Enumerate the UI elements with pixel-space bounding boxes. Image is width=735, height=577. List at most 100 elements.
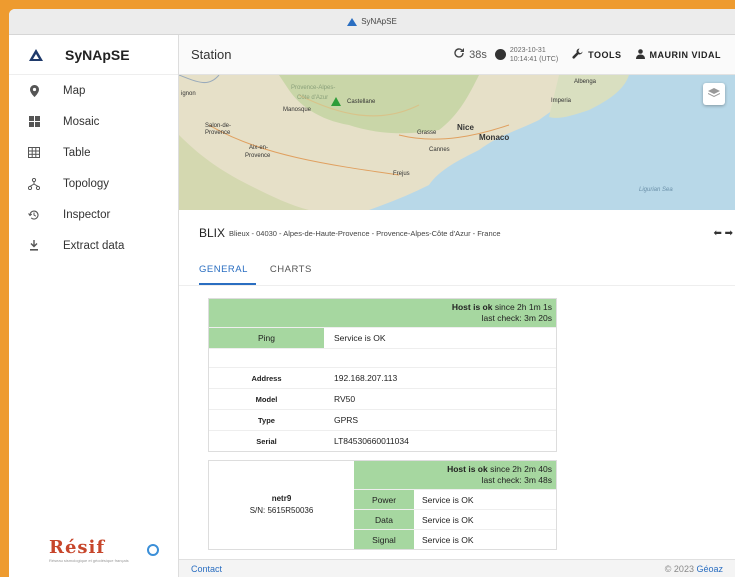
device-last-check: last check: 3m 48s — [481, 475, 552, 485]
general-panel: Host is ok since 2h 1m 1s last check: 3m… — [179, 286, 735, 550]
host-card: Host is ok since 2h 1m 1s last check: 3m… — [208, 298, 557, 452]
sidebar: SyNApSE Map Mosaic Table Topology Inspec… — [9, 35, 179, 577]
sidebar-item-topology[interactable]: Topology — [9, 168, 178, 199]
window-titlebar: SyNApSE — [9, 9, 735, 35]
service-label: Power — [354, 490, 414, 509]
map-pin-icon — [27, 84, 41, 97]
sidebar-footer: Résif Réseau sismologique et géodésique … — [49, 537, 159, 563]
sidebar-item-extract-data[interactable]: Extract data — [9, 230, 178, 261]
host-status-band: Host is ok since 2h 1m 1s last check: 3m… — [209, 299, 556, 327]
station-marker-icon[interactable] — [331, 97, 341, 106]
map-label: Manosque — [283, 107, 312, 113]
map-label: Nice — [457, 123, 474, 132]
sidebar-item-mosaic[interactable]: Mosaic — [9, 106, 178, 137]
station-tabs: GENERAL CHARTS — [179, 256, 735, 286]
device-serial: S/N: 5615R50036 — [249, 506, 314, 515]
brand[interactable]: SyNApSE — [9, 35, 178, 75]
station-nav: ⬅ ➡ — [713, 228, 733, 239]
tab-general[interactable]: GENERAL — [199, 256, 256, 285]
org-link[interactable]: Géoaz — [696, 564, 723, 574]
user-name: MAURIN VIDAL — [649, 49, 721, 60]
field-key: Address — [251, 373, 282, 383]
wrench-icon — [572, 48, 583, 61]
service-label: Data — [354, 510, 414, 529]
station-code: BLIX — [199, 226, 226, 240]
brand-name: SyNApSE — [65, 46, 130, 63]
device-services: Host is ok since 2h 2m 40s last check: 3… — [354, 461, 556, 549]
map-layers-button[interactable] — [703, 83, 725, 105]
map-label: Provence — [205, 130, 231, 136]
station-map[interactable]: ignon Provence-Alpes- Côte d'Azur Castel… — [179, 75, 735, 210]
sidebar-item-label: Inspector — [63, 208, 111, 221]
service-label: Signal — [354, 530, 414, 549]
next-station-icon[interactable]: ➡ — [725, 228, 733, 239]
device-card: netr9 S/N: 5615R50036 Host is ok since 2… — [208, 460, 557, 550]
refresh-countdown[interactable]: 38s — [453, 47, 487, 62]
page-footer: Contact © 2023 Géoaz — [179, 559, 735, 577]
header-bar: Station 38s 2023-10-31 10:14:41 (UTC) TO… — [179, 35, 735, 75]
device-status-since: since 2h 2m 40s — [490, 464, 552, 474]
partner-logo-icon[interactable] — [146, 544, 159, 556]
service-row: Power Service is OK — [354, 489, 556, 509]
field-key: Model — [255, 394, 278, 404]
current-date: 2023-10-31 — [509, 46, 546, 54]
sidebar-item-map[interactable]: Map — [9, 75, 178, 106]
download-icon — [27, 240, 41, 251]
sidebar-item-table[interactable]: Table — [9, 137, 178, 168]
service-row: Data Service is OK — [354, 509, 556, 529]
refresh-counter: 38s — [469, 48, 487, 61]
main-area: Station 38s 2023-10-31 10:14:41 (UTC) TO… — [179, 35, 735, 577]
map-label: Monaco — [479, 133, 510, 142]
service-value: Service is OK — [422, 534, 474, 545]
copyright: © 2023 Géoaz — [665, 564, 723, 574]
current-time-value: 10:14:41 (UTC) — [509, 55, 559, 63]
map-label: Côte d'Azur — [297, 95, 329, 101]
map-label: Salon-de- — [205, 123, 232, 129]
map-label: Albenga — [574, 79, 597, 85]
device-status-band: Host is ok since 2h 2m 40s last check: 3… — [354, 461, 556, 489]
map-label: Grasse — [417, 130, 437, 136]
sidebar-item-label: Table — [63, 146, 91, 159]
sidebar-item-label: Topology — [63, 177, 110, 190]
table-icon — [27, 147, 41, 158]
service-row: Signal Service is OK — [354, 529, 556, 549]
resif-logo[interactable]: Résif Réseau sismologique et géodésique … — [49, 537, 129, 563]
previous-station-icon[interactable]: ⬅ — [713, 228, 721, 239]
topology-icon — [27, 177, 41, 190]
ping-label: Ping — [209, 328, 324, 348]
field-key: Type — [258, 415, 275, 425]
tools-label: TOOLS — [588, 49, 622, 60]
resif-logo-text: Résif — [49, 537, 106, 558]
map-label: Cannes — [429, 147, 450, 153]
sidebar-item-label: Extract data — [63, 239, 125, 252]
sidebar-item-label: Mosaic — [63, 115, 100, 128]
map-label: ignon — [181, 91, 196, 97]
user-menu-button[interactable]: MAURIN VIDAL — [635, 48, 722, 61]
table-row: Model RV50 — [209, 388, 556, 409]
service-value: Service is OK — [422, 494, 474, 505]
device-name: netr9 — [271, 494, 292, 503]
host-last-check: last check: 3m 20s — [481, 313, 552, 323]
field-value: GPRS — [334, 415, 359, 425]
field-value: RV50 — [334, 394, 356, 404]
synapse-logo-icon — [29, 48, 43, 61]
map-label: Provence — [245, 153, 271, 159]
field-key: Serial — [256, 436, 277, 446]
sidebar-item-inspector[interactable]: Inspector — [9, 199, 178, 230]
host-status-since: since 2h 1m 1s — [494, 302, 552, 312]
tools-button[interactable]: TOOLS — [572, 48, 621, 61]
sidebar-nav: Map Mosaic Table Topology Inspector Extr… — [9, 75, 178, 261]
sidebar-item-label: Map — [63, 84, 86, 97]
device-status: Host is ok — [447, 464, 488, 474]
history-icon — [27, 209, 41, 221]
tab-charts[interactable]: CHARTS — [270, 256, 312, 285]
user-icon — [635, 48, 645, 61]
table-row: Address 192.168.207.113 — [209, 367, 556, 388]
station-header: BLIX Blieux - 04030 - Alpes-de-Haute-Pro… — [179, 210, 735, 256]
map-label: Frejus — [393, 171, 410, 177]
window-title: SyNApSE — [361, 17, 397, 26]
field-value: LT84530660011034 — [334, 436, 409, 446]
contact-link[interactable]: Contact — [191, 564, 222, 574]
refresh-icon — [453, 47, 465, 62]
clock-icon — [494, 49, 506, 60]
